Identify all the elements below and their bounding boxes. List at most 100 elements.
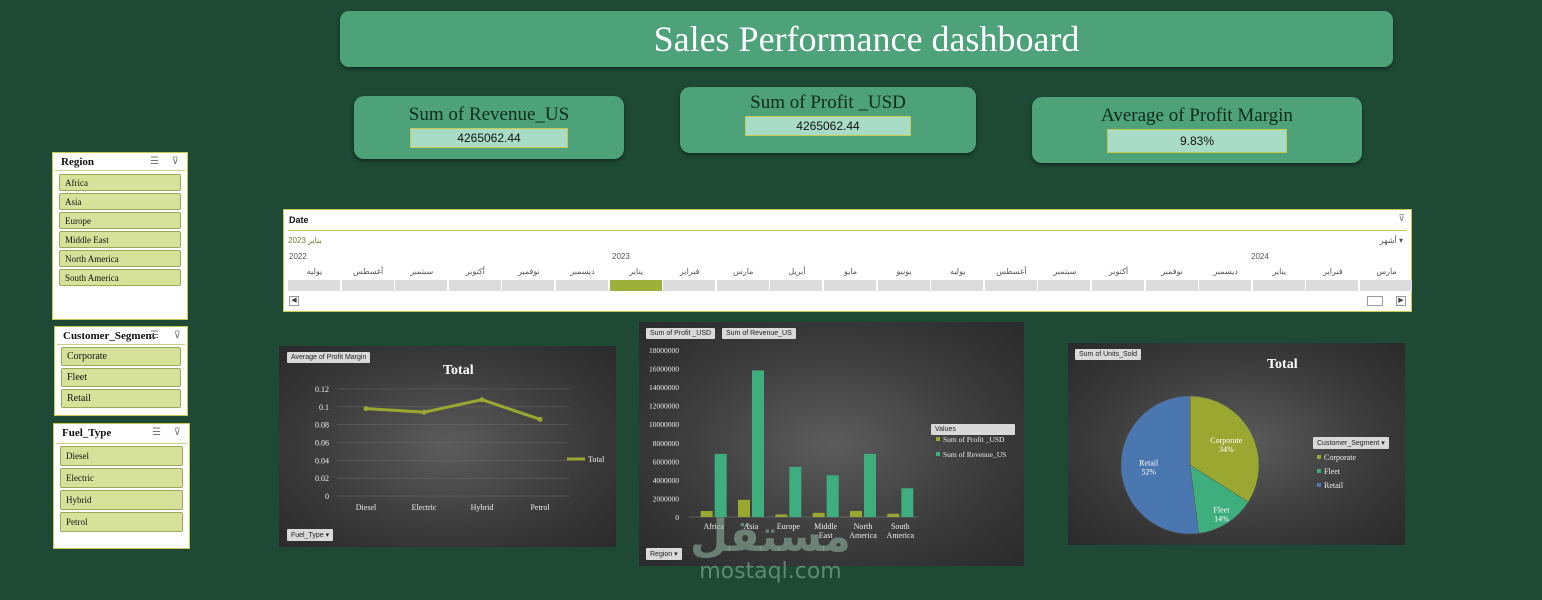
timeline-month-label: نوفمبر <box>1161 267 1183 276</box>
legend-swatch <box>936 452 940 456</box>
timeline-month-bar[interactable] <box>341 280 394 291</box>
y-tick-label: 0.02 <box>315 474 329 483</box>
timeline-year-label: 2022 <box>289 252 307 261</box>
timeline-month-bar[interactable] <box>395 280 448 291</box>
timeline-month-bar[interactable] <box>1038 280 1091 291</box>
timeline-month-bar[interactable] <box>556 280 608 291</box>
timeline-month-bar[interactable] <box>1252 280 1305 291</box>
y-tick-label: 18000000 <box>649 346 679 355</box>
timeline-level-label: أشهر <box>1379 236 1397 245</box>
segment-pie-chart: Sum of Units_Sold Total Corporate 34% Flee… <box>1068 343 1405 545</box>
timeline-month-label: فبراير <box>679 267 700 276</box>
timeline-month-bar[interactable] <box>502 280 555 291</box>
slicer-item-africa[interactable]: Africa <box>59 174 181 191</box>
multi-select-icon[interactable]: ☰ <box>150 156 159 167</box>
legend-filter-segment-label: Customer_Segment <box>1317 440 1380 447</box>
dashboard-title: Sales Performance dashboard <box>653 19 1080 59</box>
x-tick-label: South <box>891 522 910 531</box>
y-tick-label: 8000000 <box>653 439 680 448</box>
slicer-item-south-america[interactable]: South America <box>59 269 181 286</box>
timeline-month-bar[interactable] <box>1092 280 1144 291</box>
timeline-month-bar[interactable] <box>1199 280 1252 291</box>
timeline-month-label: يناير <box>629 267 643 276</box>
y-tick-label: 0.08 <box>315 421 329 430</box>
slicer-item-electric[interactable]: Electric <box>60 468 183 488</box>
x-tick-label: Diesel <box>356 503 377 512</box>
timeline-month-bar[interactable] <box>1145 280 1198 291</box>
filter-chip-fuel-type[interactable]: Fuel_Type ▾ <box>287 529 334 541</box>
clear-filter-icon[interactable]: ⊽ <box>172 156 179 167</box>
legend-label: Corporate <box>1324 453 1356 462</box>
timeline-month-label: أغسطس <box>352 267 384 276</box>
y-tick-label: 2000000 <box>653 494 680 503</box>
timeline-month-label: يوليه <box>306 267 323 276</box>
timeline-month-bar[interactable] <box>984 280 1037 291</box>
filter-chip-region[interactable]: Region ▾ <box>646 548 682 560</box>
scroll-left-icon[interactable]: ◀ <box>289 296 299 306</box>
slicer-item-retail[interactable]: Retail <box>61 389 181 408</box>
timeline-month-bar[interactable] <box>1360 280 1412 291</box>
pie-data-label: 52% <box>1141 468 1156 477</box>
scroll-right-icon[interactable]: ▶ <box>1396 296 1406 306</box>
timeline-month-label: أكتوبر <box>1108 267 1129 276</box>
x-tick-label: America <box>849 531 877 540</box>
legend-title-values: Values <box>931 424 1015 435</box>
timeline-month-bar[interactable] <box>663 280 716 291</box>
clear-filter-icon[interactable]: ⊽ <box>174 330 181 341</box>
timeline-month-label: أكتوبر <box>465 267 485 276</box>
line-chart-plot: 0.12 0.1 0.08 0.06 0.04 0.02 0 Diesel Electric Hy… <box>315 385 605 512</box>
legend-swatch <box>1317 469 1321 473</box>
slicer-item-middle-east[interactable]: Middle East <box>59 231 181 248</box>
pie-data-label: 34% <box>1219 445 1234 454</box>
kpi-revenue-card: Sum of Revenue_US 4265062.44 <box>354 96 624 159</box>
timeline-month-label: مارس <box>1376 267 1397 276</box>
kpi-profit-card: Sum of Profit _USD 4265062.44 <box>680 87 976 153</box>
slicer-item-corporate[interactable]: Corporate <box>61 347 181 366</box>
timeline-scroll-thumb[interactable] <box>1367 296 1383 306</box>
clear-filter-icon[interactable]: ⊽ <box>1398 213 1405 224</box>
timeline-month-label: يناير <box>1272 267 1287 276</box>
slicer-item-hybrid[interactable]: Hybrid <box>60 490 183 510</box>
region-slicer: Region ☰ ⊽ Africa Asia Europe Middle Eas… <box>52 152 188 320</box>
slicer-item-fleet[interactable]: Fleet <box>61 368 181 387</box>
timeline-month-label: سبتمبر <box>1053 267 1077 276</box>
pie-slice-retail <box>1120 395 1199 535</box>
legend-filter-segment[interactable]: Customer_Segment ▾ <box>1313 437 1389 449</box>
data-point <box>421 409 427 415</box>
data-point <box>537 416 543 422</box>
timeline-month-bar[interactable] <box>824 280 876 291</box>
y-tick-label: 0.06 <box>315 439 329 448</box>
slicer-item-north-america[interactable]: North America <box>59 250 181 267</box>
y-tick-label: 10000000 <box>649 420 679 429</box>
filter-chip-fuel-type-label: Fuel_Type <box>291 532 324 539</box>
slicer-item-petrol[interactable]: Petrol <box>60 512 183 532</box>
slicer-item-asia[interactable]: Asia <box>59 193 181 210</box>
clear-filter-icon[interactable]: ⊽ <box>174 427 181 438</box>
timeline-month-bar[interactable] <box>288 280 340 291</box>
legend-label: Retail <box>1324 481 1344 490</box>
timeline-month-bar[interactable] <box>1306 280 1359 291</box>
timeline-month-bar[interactable] <box>609 280 662 291</box>
timeline-month-bar[interactable] <box>931 280 984 291</box>
legend-swatch <box>1317 483 1321 487</box>
multi-select-icon[interactable]: ☰ <box>152 427 161 438</box>
slicer-item-europe[interactable]: Europe <box>59 212 181 229</box>
timeline-month-bar[interactable] <box>448 280 501 291</box>
multi-select-icon[interactable]: ☰ <box>150 330 159 341</box>
timeline-month-label: سبتمبر <box>410 267 434 276</box>
legend-label: Sum of Revenue_US <box>943 450 1006 459</box>
legend-label-total: Total <box>588 455 605 464</box>
timeline-month-bar[interactable] <box>877 280 930 291</box>
slicer-item-diesel[interactable]: Diesel <box>60 446 183 466</box>
bar-revenue <box>789 466 802 517</box>
timeline-year-label: 2024 <box>1251 252 1269 261</box>
timeline-month-bar[interactable] <box>770 280 823 291</box>
timeline-month-bar[interactable] <box>716 280 769 291</box>
timeline-year-label: 2023 <box>612 252 630 261</box>
kpi-profit-value: 4265062.44 <box>745 116 911 136</box>
pie-data-label: 14% <box>1214 515 1229 524</box>
timeline-month-label: مايو <box>843 267 858 276</box>
y-tick-label: 12000000 <box>649 402 679 411</box>
legend-label: Fleet <box>1324 467 1341 476</box>
timeline-level-dropdown[interactable]: أشهر ▾ <box>1380 236 1403 245</box>
